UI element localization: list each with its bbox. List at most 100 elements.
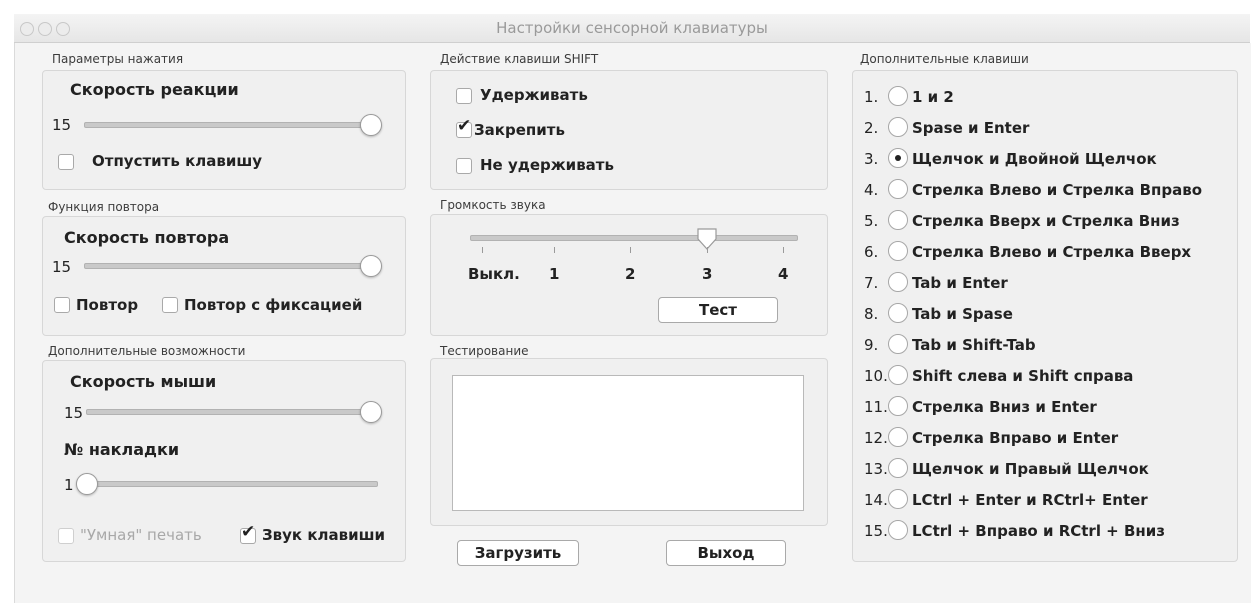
extra-key-option-label: Tab и Spase	[912, 305, 1013, 323]
extra-key-option-label: LCtrl + Вправо и RCtrl + Вниз	[912, 522, 1166, 540]
extra-key-option[interactable]: 5. Стрелка Вверх и Стрелка Вниз	[864, 210, 1180, 238]
smart-print-checkbox[interactable]	[58, 528, 74, 544]
exit-button[interactable]: Выход	[666, 540, 786, 566]
key-sound-checkbox[interactable]	[240, 522, 256, 544]
extra-key-radio[interactable]	[888, 241, 908, 261]
extra-key-option-number: 8.	[864, 305, 879, 323]
window-titlebar[interactable]: Настройки сенсорной клавиатуры	[14, 14, 1250, 43]
volume-tick-label: Выкл.	[468, 265, 520, 283]
mouse-speed-slider[interactable]	[86, 409, 372, 415]
volume-tick-label: 4	[778, 265, 789, 283]
extra-key-radio[interactable]	[888, 303, 908, 323]
shift-section-label: Действие клавиши SHIFT	[440, 52, 599, 66]
volume-section-label: Громкость звука	[440, 198, 546, 212]
extra-key-option-number: 4.	[864, 181, 879, 199]
extra-key-option-label: LCtrl + Enter и RCtrl+ Enter	[912, 491, 1148, 509]
overlay-slider-knob[interactable]	[76, 473, 98, 495]
load-button[interactable]: Загрузить	[457, 540, 579, 566]
extra-key-option-number: 7.	[864, 274, 879, 292]
volume-slider[interactable]	[470, 235, 798, 241]
extra-key-radio[interactable]	[888, 210, 908, 230]
shift-hold-checkbox[interactable]	[456, 88, 472, 104]
extra-key-option-number: 2.	[864, 119, 879, 137]
repeat-speed-value: 15	[52, 258, 72, 276]
extra-key-radio[interactable]	[888, 334, 908, 354]
reaction-speed-slider[interactable]	[84, 122, 372, 128]
extra-key-option[interactable]: 11. Стрелка Вниз и Enter	[864, 396, 1097, 424]
testing-textarea[interactable]	[452, 375, 804, 511]
extra-key-radio[interactable]	[888, 272, 908, 292]
volume-tick-label: 2	[625, 265, 636, 283]
test-sound-button[interactable]: Тест	[658, 297, 778, 323]
shift-lock-label: Закрепить	[474, 121, 565, 139]
repeat-speed-label: Скорость повтора	[64, 228, 230, 247]
extra-key-option[interactable]: 12. Стрелка Вправо и Enter	[864, 427, 1118, 455]
extra-key-option-number: 6.	[864, 243, 879, 261]
volume-tick	[783, 247, 784, 253]
extra-key-radio[interactable]	[888, 427, 908, 447]
extra-key-option-label: Tab и Enter	[912, 274, 1008, 292]
repeat-label: Повтор	[76, 296, 139, 314]
extra-key-option-number: 13.	[864, 460, 888, 478]
extra-key-option[interactable]: 2. Spase и Enter	[864, 117, 1029, 145]
shift-lock-checkbox[interactable]	[456, 116, 472, 138]
extra-key-option-label: Стрелка Влево и Стрелка Вверх	[912, 243, 1192, 261]
extra-key-radio[interactable]	[888, 148, 908, 168]
shift-hold-label: Удерживать	[480, 86, 588, 104]
shift-nohold-checkbox[interactable]	[456, 158, 472, 174]
extra-key-option[interactable]: 4. Стрелка Влево и Стрелка Вправо	[864, 179, 1202, 207]
repeat-speed-slider-knob[interactable]	[360, 255, 382, 277]
repeat-fixed-checkbox[interactable]	[162, 297, 178, 313]
extra-key-option-number: 12.	[864, 429, 888, 447]
overlay-slider[interactable]	[96, 481, 378, 487]
extra-key-option-label: Щелчок и Двойной Щелчок	[912, 150, 1157, 168]
extra-key-radio[interactable]	[888, 520, 908, 540]
extra-key-option-label: Shift слева и Shift справа	[912, 367, 1134, 385]
key-sound-label: Звук клавиши	[262, 526, 386, 544]
extra-key-option[interactable]: 10. Shift слева и Shift справа	[864, 365, 1133, 393]
extra-key-radio[interactable]	[888, 458, 908, 478]
extra-key-option[interactable]: 7. Tab и Enter	[864, 272, 1008, 300]
extra-key-option-label: Spase и Enter	[912, 119, 1030, 137]
extra-key-option-label: Tab и Shift-Tab	[912, 336, 1036, 354]
extra-section-label: Дополнительные возможности	[48, 344, 246, 358]
reaction-speed-slider-knob[interactable]	[360, 114, 382, 136]
extra-key-option[interactable]: 8. Tab и Spase	[864, 303, 1013, 331]
mouse-speed-label: Скорость мыши	[70, 372, 217, 391]
mouse-speed-slider-knob[interactable]	[360, 401, 382, 423]
volume-tick-label: 3	[702, 265, 713, 283]
extra-key-option-label: Стрелка Вверх и Стрелка Вниз	[912, 212, 1180, 230]
extra-key-option[interactable]: 1. 1 и 2	[864, 86, 954, 114]
extra-key-option-label: 1 и 2	[912, 88, 954, 106]
extra-key-radio[interactable]	[888, 179, 908, 199]
repeat-speed-slider[interactable]	[84, 263, 372, 269]
release-key-checkbox[interactable]	[58, 154, 74, 170]
extra-key-option-number: 14.	[864, 491, 888, 509]
extra-key-option-number: 5.	[864, 212, 879, 230]
extra-key-option[interactable]: 3. Щелчок и Двойной Щелчок	[864, 148, 1157, 176]
extra-key-radio[interactable]	[888, 117, 908, 137]
extra-key-option[interactable]: 15. LCtrl + Вправо и RCtrl + Вниз	[864, 520, 1165, 548]
extra-key-option[interactable]: 9. Tab и Shift-Tab	[864, 334, 1036, 362]
volume-tick	[554, 247, 555, 253]
extra-key-option[interactable]: 6. Стрелка Влево и Стрелка Вверх	[864, 241, 1191, 269]
extra-key-option[interactable]: 13. Щелчок и Правый Щелчок	[864, 458, 1149, 486]
extra-key-radio[interactable]	[888, 86, 908, 106]
release-key-label: Отпустить клавишу	[92, 152, 263, 170]
repeat-checkbox[interactable]	[54, 297, 70, 313]
extra-key-option-number: 11.	[864, 398, 888, 416]
extra-key-radio[interactable]	[888, 489, 908, 509]
smart-print-label: "Умная" печать	[80, 526, 202, 544]
extra-key-option-number: 3.	[864, 150, 879, 168]
volume-tick-label: 1	[549, 265, 560, 283]
shift-nohold-label: Не удерживать	[480, 156, 614, 174]
reaction-speed-value: 15	[52, 116, 72, 134]
extra-key-radio[interactable]	[888, 365, 908, 385]
overlay-label: № накладки	[64, 440, 180, 459]
repeat-section-label: Функция повтора	[48, 200, 160, 214]
extra-key-option[interactable]: 14. LCtrl + Enter и RCtrl+ Enter	[864, 489, 1148, 517]
extra-key-radio[interactable]	[888, 396, 908, 416]
testing-section-label: Тестирование	[440, 344, 529, 358]
mouse-speed-value: 15	[64, 404, 84, 422]
overlay-value: 1	[64, 476, 74, 494]
